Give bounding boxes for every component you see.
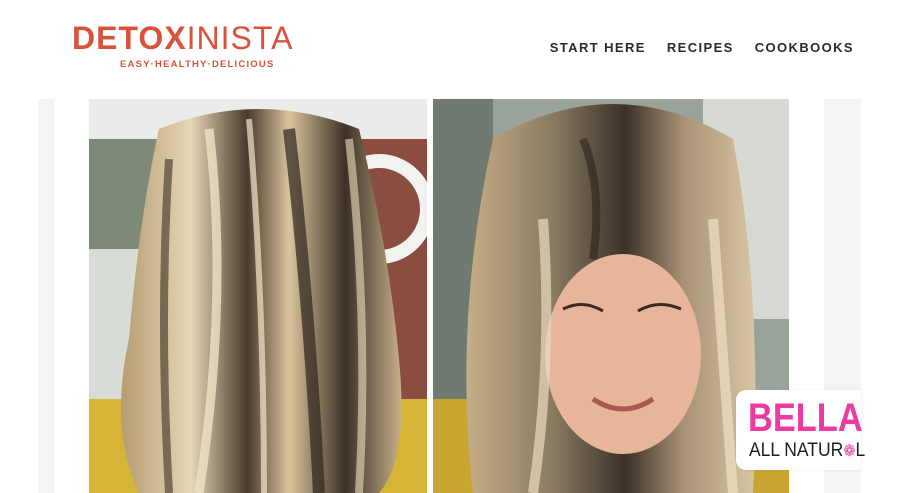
badge-subtitle-start: ALL NATUR xyxy=(749,440,844,461)
logo-name-light: INISTA xyxy=(186,20,294,56)
site-header: DETOXINISTA EASY·HEALTHY·DELICIOUS START… xyxy=(0,0,899,99)
nav-recipes[interactable]: RECIPES xyxy=(667,40,734,55)
badge-subtitle: ALL NATUR❁L xyxy=(749,440,865,463)
bella-all-natural-badge[interactable]: BELLA ALL NATUR❁L xyxy=(736,390,865,470)
side-panel-left xyxy=(38,99,54,493)
logo-tagline: EASY·HEALTHY·DELICIOUS xyxy=(120,59,275,70)
logo-wordmark: DETOXINISTA xyxy=(72,20,322,56)
badge-subtitle-end: L xyxy=(855,440,866,461)
hair-back-photo xyxy=(89,99,427,493)
site-logo[interactable]: DETOXINISTA EASY·HEALTHY·DELICIOUS xyxy=(72,20,322,72)
badge-title: BELLA xyxy=(748,396,863,440)
logo-name-bold: DETOX xyxy=(72,20,187,56)
nav-start-here[interactable]: START HERE xyxy=(550,40,646,55)
main-nav: START HERE RECIPES COOKBOOKS xyxy=(550,40,854,55)
flower-icon: ❁ xyxy=(843,443,856,460)
nav-cookbooks[interactable]: COOKBOOKS xyxy=(755,40,854,55)
